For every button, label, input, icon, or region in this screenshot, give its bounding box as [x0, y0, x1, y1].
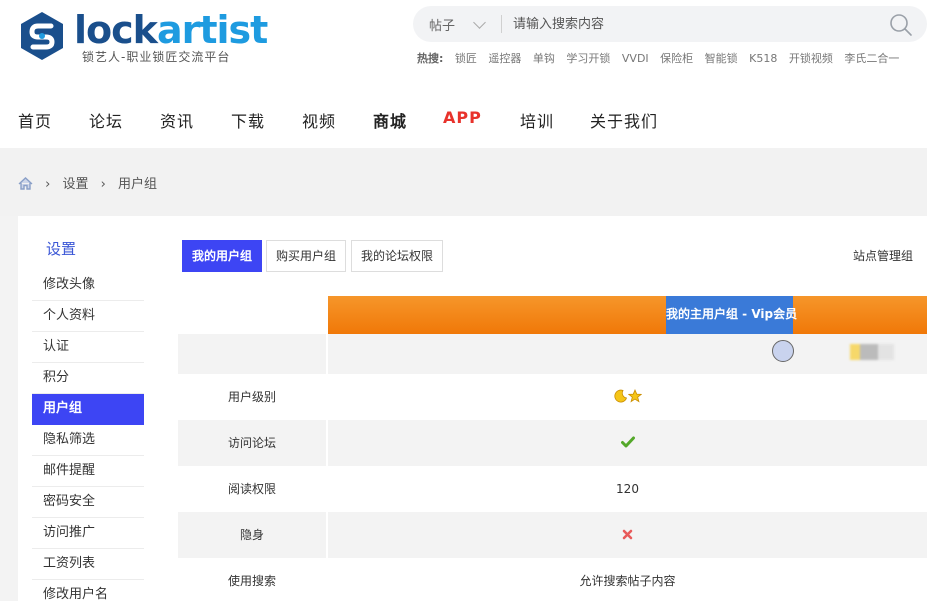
table-row: 用户级别 — [178, 374, 927, 420]
breadcrumb-separator: › — [45, 177, 51, 192]
tab-my-usergroup[interactable]: 我的用户组 — [182, 240, 263, 272]
row-value: 允许搜索帖子内容 — [579, 574, 676, 588]
home-icon[interactable] — [18, 177, 33, 194]
hot-search-item[interactable]: VVDI — [622, 52, 649, 65]
nav-item-training[interactable]: 培训 — [520, 108, 554, 132]
sidebar-item-email[interactable]: 邮件提醒 — [32, 456, 144, 487]
row-label: 访问论坛 — [178, 420, 326, 466]
settings-sidebar: 设置 修改头像 个人资料 认证 积分 用户组 隐私筛选 邮件提醒 密码安全 访问… — [18, 216, 158, 601]
search-icon — [890, 14, 912, 36]
hot-search-item[interactable]: 保险柜 — [660, 52, 693, 65]
table-row: 阅读权限 120 — [178, 466, 927, 512]
sidebar-item-profile[interactable]: 个人资料 — [32, 301, 144, 332]
sidebar-item-verification[interactable]: 认证 — [32, 332, 144, 363]
nav-item-news[interactable]: 资讯 — [160, 108, 194, 132]
cross-icon — [622, 529, 633, 540]
hot-search-list: 热搜: 锁匠 遥控器 单钩 学习开锁 VVDI 保险柜 智能锁 K518 开锁视… — [417, 50, 907, 66]
search-input[interactable] — [513, 10, 873, 38]
breadcrumb: › 设置 › 用户组 — [18, 173, 165, 194]
search-button[interactable] — [889, 13, 913, 37]
hot-search-item[interactable]: 单钩 — [533, 52, 555, 65]
row-label — [178, 334, 326, 374]
hot-search-item[interactable]: 开锁视频 — [789, 52, 833, 65]
logo-wordmark: lockartist — [74, 8, 268, 52]
check-icon — [620, 436, 635, 448]
site-logo[interactable]: lockartist 锁艺人-职业锁匠交流平台 — [18, 10, 278, 66]
row-label: 隐身 — [178, 512, 326, 558]
avatar[interactable] — [772, 340, 794, 362]
row-label: 使用搜索 — [227, 574, 276, 588]
sidebar-item-password[interactable]: 密码安全 — [32, 487, 144, 518]
row-value — [328, 420, 927, 466]
nav-item-mall[interactable]: 商城 — [373, 108, 407, 132]
nav-item-about[interactable]: 关于我们 — [590, 108, 658, 132]
breadcrumb-item-settings[interactable]: 设置 — [62, 177, 88, 192]
search-bar: 帖子 — [413, 6, 927, 42]
row-label: 阅读权限 — [227, 482, 276, 496]
breadcrumb-separator: › — [100, 177, 106, 192]
hot-search-item[interactable]: K518 — [749, 52, 777, 65]
hot-search-item[interactable]: 学习开锁 — [566, 52, 610, 65]
table-row: 使用搜索 允许搜索帖子内容 — [178, 558, 927, 601]
row-label: 用户级别 — [227, 390, 276, 404]
table-row-avatar — [178, 334, 927, 374]
main-panel: 我的用户组 购买用户组 我的论坛权限 站点管理组 我的主用户组 - Vip会员 … — [158, 216, 927, 601]
nav-item-app[interactable]: APP — [443, 108, 482, 127]
site-admin-link[interactable]: 站点管理组 — [853, 247, 913, 264]
search-type-select[interactable]: 帖子 — [429, 15, 455, 34]
table-row: 隐身 — [178, 512, 927, 558]
sidebar-item-avatar[interactable]: 修改头像 — [32, 270, 144, 301]
sidebar-title: 设置 — [46, 240, 77, 258]
sidebar-item-promotion[interactable]: 访问推广 — [32, 518, 144, 549]
tab-forum-permissions[interactable]: 我的论坛权限 — [351, 240, 444, 272]
search-divider — [501, 15, 502, 33]
row-value — [328, 374, 927, 420]
sidebar-item-privacy[interactable]: 隐私筛选 — [32, 425, 144, 456]
sidebar-item-usergroup[interactable]: 用户组 — [32, 394, 144, 425]
blurred-username — [850, 344, 894, 360]
table-header-bar: 我的主用户组 - Vip会员 — [328, 296, 927, 334]
tab-buy-usergroup[interactable]: 购买用户组 — [266, 240, 347, 272]
moon-icon — [613, 389, 627, 403]
nav-item-forum[interactable]: 论坛 — [89, 108, 123, 132]
sidebar-menu: 修改头像 个人资料 认证 积分 用户组 隐私筛选 邮件提醒 密码安全 访问推广 … — [32, 270, 144, 601]
nav-item-download[interactable]: 下载 — [231, 108, 265, 132]
sidebar-item-points[interactable]: 积分 — [32, 363, 144, 394]
sidebar-item-rename[interactable]: 修改用户名 — [32, 580, 144, 601]
sidebar-item-salary[interactable]: 工资列表 — [32, 549, 144, 580]
hot-search-item[interactable]: 李氏二合一 — [844, 52, 899, 65]
hot-search-item[interactable]: 锁匠 — [455, 52, 477, 65]
logo-mark-icon — [21, 12, 63, 60]
star-icon — [627, 388, 642, 403]
chevron-down-icon[interactable] — [473, 16, 486, 29]
row-value: 120 — [616, 482, 639, 496]
hot-search-item[interactable]: 遥控器 — [488, 52, 521, 65]
logo-tagline: 锁艺人-职业锁匠交流平台 — [82, 50, 231, 64]
main-usergroup-header: 我的主用户组 - Vip会员 — [666, 296, 797, 334]
site-header: lockartist 锁艺人-职业锁匠交流平台 帖子 热搜: 锁匠 遥控器 单钩… — [0, 0, 927, 148]
hot-search-item[interactable]: 智能锁 — [705, 52, 738, 65]
row-value — [328, 512, 927, 558]
table-row: 访问论坛 — [178, 420, 927, 466]
hot-search-label: 热搜: — [417, 52, 444, 65]
nav-item-home[interactable]: 首页 — [18, 108, 52, 132]
breadcrumb-item-usergroup: 用户组 — [117, 177, 157, 192]
row-value — [328, 334, 927, 374]
nav-item-video[interactable]: 视频 — [302, 108, 336, 132]
